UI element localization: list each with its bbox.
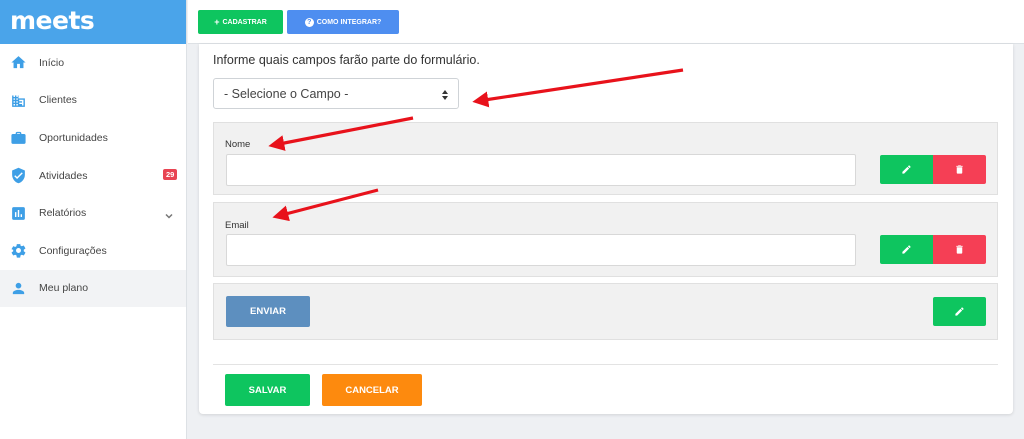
pencil-icon bbox=[902, 165, 911, 174]
sidebar-item-label: Início bbox=[39, 56, 65, 69]
sidebar-item-label: Configurações bbox=[39, 244, 107, 257]
shield-check-icon bbox=[10, 167, 27, 184]
sidebar-item-relatorios[interactable]: Relatórios bbox=[0, 194, 186, 232]
sidebar-menu: Início Clientes Oportunidades Atividades… bbox=[0, 44, 186, 308]
chevron-down-icon[interactable] bbox=[165, 207, 173, 219]
divider bbox=[213, 364, 998, 365]
field-label: Email bbox=[225, 220, 249, 231]
cadastrar-button[interactable]: + CADASTRAR bbox=[198, 10, 283, 34]
edit-submit-button[interactable] bbox=[933, 297, 986, 326]
sidebar-item-label: Oportunidades bbox=[39, 131, 108, 144]
brand-logo[interactable]: meets bbox=[0, 0, 186, 44]
user-icon bbox=[10, 280, 27, 297]
como-integrar-label: COMO INTEGRAR? bbox=[316, 18, 382, 26]
delete-email-button[interactable] bbox=[933, 235, 986, 264]
save-button[interactable]: SALVAR bbox=[225, 374, 310, 406]
sort-caret-icon bbox=[442, 89, 448, 100]
form-instruction: Informe quais campos farão parte do form… bbox=[213, 53, 480, 67]
sidebar-item-label: Clientes bbox=[39, 94, 77, 107]
edit-email-button[interactable] bbox=[880, 235, 933, 264]
sidebar-item-configuracoes[interactable]: Configurações bbox=[0, 232, 186, 270]
nome-input[interactable] bbox=[226, 154, 856, 186]
sidebar-item-atividades[interactable]: Atividades 29 bbox=[0, 157, 186, 195]
home-icon bbox=[10, 54, 27, 71]
submit-button-panel: ENVIAR bbox=[213, 283, 998, 340]
trash-icon bbox=[956, 245, 963, 254]
pencil-icon bbox=[902, 245, 911, 254]
trash-icon bbox=[956, 165, 963, 174]
sidebar-item-label: Atividades bbox=[39, 169, 88, 182]
sidebar-item-meu-plano[interactable]: Meu plano bbox=[0, 269, 186, 308]
sidebar-item-label: Relatórios bbox=[39, 207, 87, 220]
plus-icon: + bbox=[214, 16, 220, 27]
briefcase-icon bbox=[10, 129, 27, 146]
cancel-button[interactable]: CANCELAR bbox=[322, 374, 422, 406]
sidebar-item-clientes[interactable]: Clientes bbox=[0, 82, 186, 120]
field-panel-nome: Nome bbox=[213, 122, 998, 195]
field-panel-email: Email bbox=[213, 202, 998, 277]
delete-nome-button[interactable] bbox=[933, 155, 986, 184]
sidebar: meets Início Clientes Oportunidades Ativ… bbox=[0, 0, 187, 439]
sidebar-item-oportunidades[interactable]: Oportunidades bbox=[0, 119, 186, 157]
enviar-button[interactable]: ENVIAR bbox=[226, 296, 310, 327]
cadastrar-label: CADASTRAR bbox=[222, 18, 267, 26]
question-icon: ? bbox=[304, 17, 314, 27]
field-select-value: - Selecione o Campo - bbox=[224, 86, 349, 101]
form-builder-card: Informe quais campos farão parte do form… bbox=[199, 44, 1013, 414]
field-label: Nome bbox=[225, 139, 251, 150]
sidebar-item-label: Meu plano bbox=[39, 282, 89, 295]
email-input[interactable] bbox=[226, 234, 856, 266]
top-toolbar: + CADASTRAR ? COMO INTEGRAR? bbox=[188, 0, 1024, 44]
activities-count-badge: 29 bbox=[163, 168, 178, 181]
edit-nome-button[interactable] bbox=[880, 155, 933, 184]
como-integrar-button[interactable]: ? COMO INTEGRAR? bbox=[287, 10, 399, 34]
sidebar-item-inicio[interactable]: Início bbox=[0, 44, 186, 82]
building-icon bbox=[10, 92, 27, 109]
pencil-icon bbox=[955, 307, 964, 316]
bar-chart-icon bbox=[10, 205, 27, 222]
field-select[interactable]: - Selecione o Campo - bbox=[213, 78, 459, 109]
gear-icon bbox=[10, 242, 27, 259]
